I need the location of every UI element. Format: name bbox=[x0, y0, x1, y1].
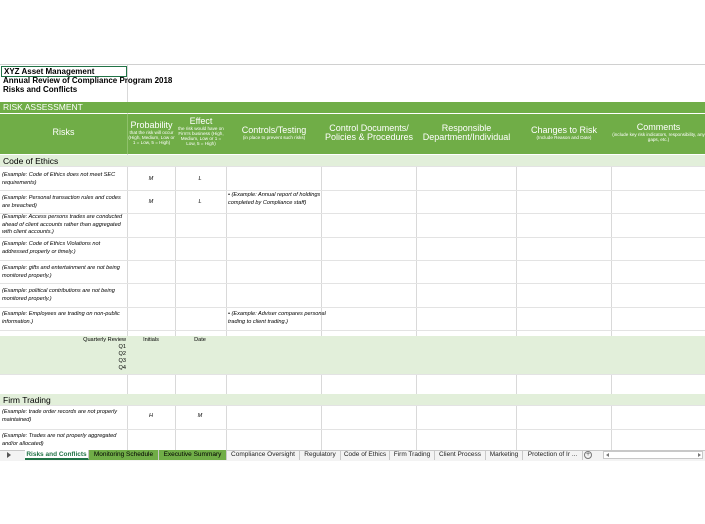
header-comments: Comments (include key risk indicators, re… bbox=[612, 122, 705, 143]
risk-cell[interactable]: (Example: Code of Ethics does not meet S… bbox=[2, 172, 126, 187]
probability-cell[interactable]: M bbox=[127, 176, 175, 182]
section-band-code-of-ethics bbox=[0, 155, 705, 166]
risk-cell[interactable]: (Example: Trades are not properly aggreg… bbox=[2, 433, 126, 448]
tab-label: Monitoring Schedule bbox=[93, 451, 154, 458]
risk-cell[interactable]: (Example: Access persons trades are cond… bbox=[2, 214, 126, 237]
tab-client-process[interactable]: Client Process bbox=[435, 450, 486, 460]
risk-cell[interactable]: (Example: Code of Ethics Violations not … bbox=[2, 241, 126, 256]
risk-cell[interactable]: (Example: trade order records are not pr… bbox=[2, 409, 126, 424]
grid-line bbox=[0, 260, 705, 261]
risk-assessment-band bbox=[0, 102, 705, 113]
risk-cell[interactable]: (Example: Employees are trading on non-p… bbox=[2, 311, 126, 326]
tab-monitoring-schedule[interactable]: Monitoring Schedule bbox=[89, 450, 159, 460]
scroll-right-icon[interactable] bbox=[698, 453, 701, 457]
quarter-q2: Q2 bbox=[118, 351, 126, 357]
quarter-q1: Q1 bbox=[118, 344, 126, 350]
page-subtitle: Risks and Conflicts bbox=[3, 85, 78, 94]
tab-risks-and-conflicts[interactable]: Risks and Conflicts bbox=[25, 450, 89, 460]
grid-line bbox=[0, 429, 705, 430]
grid-line bbox=[0, 283, 705, 284]
grid-line bbox=[0, 166, 705, 167]
risk-cell[interactable]: (Example: gifts and entertainment are no… bbox=[2, 265, 126, 280]
tab-label: Regulatory bbox=[304, 451, 336, 458]
tab-label: Firm Trading bbox=[393, 451, 431, 458]
grid-line bbox=[0, 405, 705, 406]
grid-line bbox=[0, 330, 705, 331]
header-probability: Probability that the risk will occur (Hig… bbox=[128, 120, 175, 146]
quarterly-review-label: Quarterly Review bbox=[83, 337, 126, 343]
column-header-rule bbox=[0, 64, 705, 65]
quarter-q4: Q4 bbox=[118, 365, 126, 371]
date-label: Date bbox=[194, 337, 206, 343]
tab-code-of-ethics[interactable]: Code of Ethics bbox=[341, 450, 390, 460]
control-cell[interactable]: • (Example: Adviser compares personal tr… bbox=[228, 311, 326, 326]
add-sheet-icon[interactable]: + bbox=[584, 451, 592, 459]
tab-protection[interactable]: Protection of Ir ... bbox=[523, 450, 583, 460]
risk-assessment-label: RISK ASSESSMENT bbox=[3, 102, 83, 112]
tab-label: Code of Ethics bbox=[343, 451, 387, 458]
grid-line bbox=[0, 374, 705, 375]
tab-label: Marketing bbox=[489, 451, 519, 458]
effect-cell[interactable]: L bbox=[176, 199, 224, 205]
tab-scroll-right-icon[interactable] bbox=[7, 452, 11, 458]
tab-compliance-oversight[interactable]: Compliance Oversight bbox=[227, 450, 300, 460]
horizontal-scrollbar[interactable] bbox=[603, 451, 703, 459]
tab-label: Client Process bbox=[439, 451, 481, 458]
tab-label: Executive Summary bbox=[163, 451, 222, 458]
section-title-code-of-ethics: Code of Ethics bbox=[3, 156, 59, 166]
grid-line bbox=[0, 237, 705, 238]
initials-label: Initials bbox=[143, 337, 159, 343]
tab-label: Risks and Conflicts bbox=[26, 451, 87, 458]
tab-marketing[interactable]: Marketing bbox=[486, 450, 523, 460]
effect-cell[interactable]: M bbox=[176, 413, 224, 419]
effect-cell[interactable]: L bbox=[176, 176, 224, 182]
header-responsible: Responsible Department/Individual bbox=[422, 123, 511, 143]
probability-cell[interactable]: H bbox=[127, 413, 175, 419]
tab-label: Protection of Ir ... bbox=[527, 451, 578, 458]
header-changes-to-risk: Changes to Risk (Include Reason and Date) bbox=[530, 125, 598, 141]
section-band-firm-trading bbox=[0, 394, 705, 405]
risk-cell[interactable]: (Example: Personal transaction rules and… bbox=[2, 195, 126, 210]
section-title-firm-trading: Firm Trading bbox=[3, 395, 51, 405]
tab-executive-summary[interactable]: Executive Summary bbox=[159, 450, 227, 460]
header-control-documents: Control Documents/ Policies & Procedures bbox=[324, 123, 414, 143]
header-controls: Controls/Testing (in place to prevent suc… bbox=[241, 125, 307, 141]
tab-label: Compliance Oversight bbox=[231, 451, 295, 458]
scroll-left-icon[interactable] bbox=[606, 453, 609, 457]
tab-firm-trading[interactable]: Firm Trading bbox=[390, 450, 435, 460]
risk-cell[interactable]: (Example: political contributions are no… bbox=[2, 288, 126, 303]
header-effect: Effect the risk would have on Firm's busi… bbox=[178, 116, 224, 146]
control-cell[interactable]: • (Example: Annual report of holdings co… bbox=[228, 192, 326, 207]
grid-line bbox=[0, 190, 705, 191]
review-title: Annual Review of Compliance Program 2018 bbox=[3, 76, 173, 85]
header-risks: Risks bbox=[52, 127, 75, 137]
probability-cell[interactable]: M bbox=[127, 199, 175, 205]
quarter-q3: Q3 bbox=[118, 358, 126, 364]
grid-line bbox=[0, 307, 705, 308]
tab-regulatory[interactable]: Regulatory bbox=[300, 450, 341, 460]
